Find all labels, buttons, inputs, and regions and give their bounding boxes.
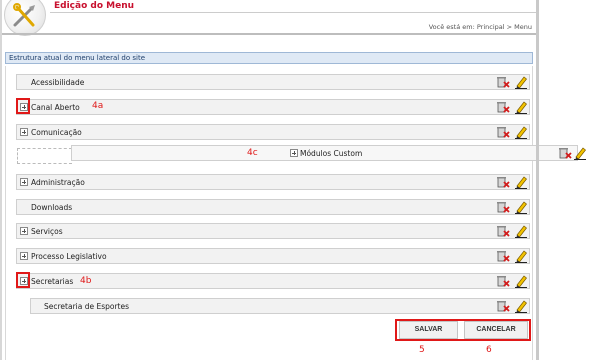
delete-icon[interactable] xyxy=(496,299,510,315)
header-divider xyxy=(2,33,536,35)
delete-icon[interactable] xyxy=(496,125,510,141)
row-actions xyxy=(496,224,528,238)
edit-icon[interactable] xyxy=(514,274,528,290)
expand-icon[interactable] xyxy=(20,128,28,136)
section-heading: Estrutura atual do menu lateral do site xyxy=(5,52,533,64)
row-actions xyxy=(496,274,528,288)
menu-item-label: Acessibilidade xyxy=(31,78,85,87)
row-actions xyxy=(496,175,528,189)
edit-icon[interactable] xyxy=(514,200,528,216)
menu-item-label: Administração xyxy=(31,178,85,187)
expand-icon[interactable] xyxy=(20,178,28,186)
annotation-label-4b: 4b xyxy=(80,276,92,286)
cancel-button[interactable]: CANCELAR xyxy=(464,321,528,339)
menu-item-label: Secretarias xyxy=(31,277,74,286)
delete-icon[interactable] xyxy=(496,200,510,216)
row-actions xyxy=(496,75,528,89)
expand-icon[interactable] xyxy=(20,252,28,260)
edit-icon[interactable] xyxy=(514,100,528,116)
nested-placeholder-outline xyxy=(17,148,72,164)
menu-item-secretaria-de-esportes[interactable]: Secretaria de Esportes xyxy=(30,298,530,314)
title-divider xyxy=(50,12,538,13)
page-title: Edição do Menu xyxy=(54,1,135,11)
delete-icon[interactable] xyxy=(496,249,510,265)
menu-item-downloads[interactable]: Downloads xyxy=(16,199,530,215)
menu-item-modulos-custom[interactable]: Módulos Custom xyxy=(71,145,578,161)
delete-icon[interactable] xyxy=(496,75,510,91)
menu-item-comunicacao[interactable]: Comunicação xyxy=(16,124,530,140)
breadcrumb: Você está em: Principal > Menu xyxy=(428,23,532,31)
page-header: Edição do Menu Você está em: Principal >… xyxy=(2,0,538,36)
annotation-label-4c: 4c xyxy=(247,148,258,158)
edit-icon[interactable] xyxy=(514,75,528,91)
row-actions xyxy=(496,100,528,114)
menu-item-label: Downloads xyxy=(31,203,73,212)
delete-icon[interactable] xyxy=(496,224,510,240)
menu-item-acessibilidade[interactable]: Acessibilidade xyxy=(16,74,530,90)
edit-icon[interactable] xyxy=(514,175,528,191)
menu-item-label: Comunicação xyxy=(31,128,82,137)
menu-item-label: Serviços xyxy=(31,227,63,236)
edit-icon[interactable] xyxy=(573,146,587,162)
expand-icon[interactable] xyxy=(290,149,298,157)
row-actions xyxy=(496,299,528,313)
edit-icon[interactable] xyxy=(514,249,528,265)
tools-logo-icon xyxy=(4,0,46,36)
expand-icon[interactable] xyxy=(20,227,28,235)
delete-icon[interactable] xyxy=(496,100,510,116)
annotation-label-5: 5 xyxy=(419,345,425,355)
menu-item-administracao[interactable]: Administração xyxy=(16,174,530,190)
row-actions xyxy=(496,125,528,139)
section-heading-text: Estrutura atual do menu lateral do site xyxy=(9,54,146,62)
save-button[interactable]: SALVAR xyxy=(399,321,458,339)
annotation-box-4b xyxy=(16,272,30,288)
annotation-label-6: 6 xyxy=(486,345,492,355)
edit-icon[interactable] xyxy=(514,224,528,240)
page-right-border xyxy=(536,0,539,360)
edit-icon[interactable] xyxy=(514,299,528,315)
annotation-box-4a xyxy=(16,98,30,114)
edit-icon[interactable] xyxy=(514,125,528,141)
menu-item-servicos[interactable]: Serviços xyxy=(16,223,530,239)
delete-icon[interactable] xyxy=(558,146,572,162)
annotation-label-4a: 4a xyxy=(92,101,104,111)
menu-item-label: Secretaria de Esportes xyxy=(44,302,130,311)
delete-icon[interactable] xyxy=(496,175,510,191)
row-actions xyxy=(558,146,590,160)
menu-item-processo-legislativo[interactable]: Processo Legislativo xyxy=(16,248,530,264)
menu-item-label: Processo Legislativo xyxy=(31,252,107,261)
menu-item-label: Canal Aberto xyxy=(31,103,80,112)
row-actions xyxy=(496,200,528,214)
menu-item-label: Módulos Custom xyxy=(300,149,363,158)
row-actions xyxy=(496,249,528,263)
delete-icon[interactable] xyxy=(496,274,510,290)
page-left-border xyxy=(0,0,2,360)
menu-item-secretarias[interactable]: Secretarias xyxy=(16,273,530,289)
